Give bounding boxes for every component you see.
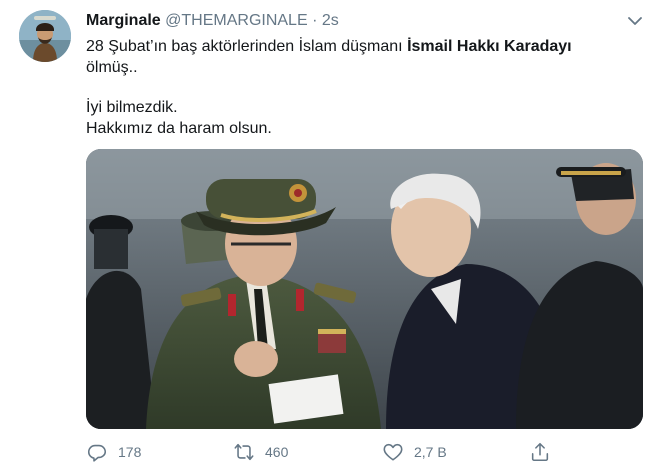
user-handle[interactable]: @THEMARGINALE	[165, 12, 307, 29]
reply-button[interactable]: 178	[86, 440, 141, 464]
tweet-text-line-2: ölmüş..	[86, 59, 138, 76]
separator-dot: ·	[312, 12, 318, 29]
reply-icon	[86, 441, 108, 463]
heart-icon	[382, 441, 404, 463]
tweet-text-line-1: 28 Şubat’ın baş aktörlerinden İslam düşm…	[86, 36, 646, 57]
timestamp[interactable]: 2s	[322, 12, 339, 29]
tweet-actions: 178 460 2,7 B	[86, 440, 566, 464]
tweet-photo[interactable]	[86, 149, 643, 429]
like-count: 2,7 B	[414, 444, 447, 460]
tweet: Marginale @THEMARGINALE · 2s 28 Şubat’ın…	[0, 0, 662, 469]
display-name[interactable]: Marginale	[86, 12, 161, 29]
share-button[interactable]	[529, 440, 551, 464]
tweet-text-prefix: 28 Şubat’ın baş aktörlerinden İslam düşm…	[86, 38, 408, 55]
retweet-count: 460	[265, 444, 289, 460]
tweet-text: 28 Şubat’ın baş aktörlerinden İslam düşm…	[86, 36, 646, 139]
avatar[interactable]	[19, 10, 71, 62]
share-icon	[529, 441, 551, 463]
tweet-text-bold-name: İsmail Hakkı Karadayı	[407, 38, 572, 55]
tweet-header: Marginale @THEMARGINALE · 2s	[86, 11, 339, 30]
retweet-icon	[233, 441, 255, 463]
tweet-text-line-4: Hakkımız da haram olsun.	[86, 120, 272, 137]
retweet-button[interactable]: 460	[233, 440, 288, 464]
like-button[interactable]: 2,7 B	[382, 440, 447, 464]
tweet-text-line-3: İyi bilmezdik.	[86, 99, 178, 116]
chevron-down-icon[interactable]	[626, 12, 644, 30]
reply-count: 178	[118, 444, 142, 460]
